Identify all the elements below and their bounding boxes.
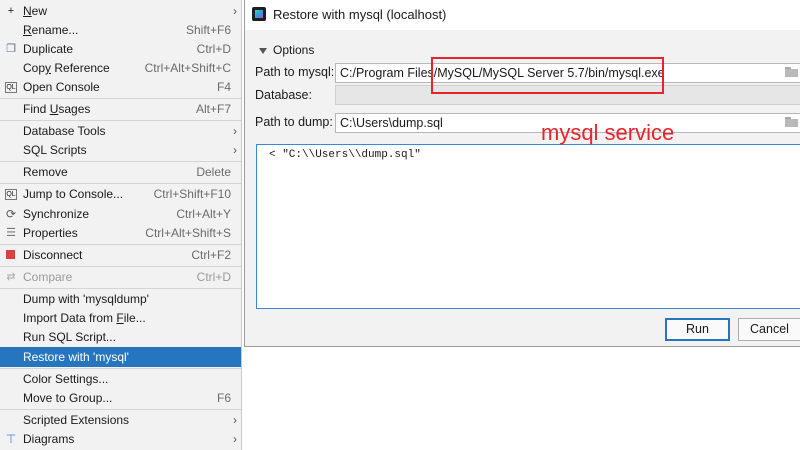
menu-item-sql-scripts[interactable]: SQL Scripts › bbox=[0, 140, 241, 160]
menu-item-label: Scripted Extensions bbox=[23, 413, 130, 427]
menu-item-label: New bbox=[23, 4, 48, 18]
sync-icon: ⟳ bbox=[5, 207, 17, 221]
menu-item-label: Diagrams bbox=[23, 432, 75, 446]
menu-item-label: Remove bbox=[23, 165, 68, 179]
menu-item-label: Color Settings... bbox=[23, 372, 109, 386]
dialog-titlebar[interactable]: Restore with mysql (localhost) bbox=[245, 0, 800, 30]
mnemonic-letter: R bbox=[23, 23, 32, 37]
menu-item-label: Copy Reference bbox=[23, 61, 110, 75]
restore-dialog: Restore with mysql (localhost) Options P… bbox=[244, 0, 800, 347]
submenu-arrow-icon: › bbox=[233, 4, 237, 18]
menu-item-run-sql-script[interactable]: Run SQL Script... bbox=[0, 327, 241, 347]
menu-item-import-data[interactable]: Import Data from File... bbox=[0, 308, 241, 328]
menu-item-scripted-extensions[interactable]: Scripted Extensions › bbox=[0, 410, 241, 430]
path-to-dump-label: Path to dump: bbox=[255, 115, 333, 129]
menu-item-label: Database Tools bbox=[23, 124, 106, 138]
menu-item-label: Disconnect bbox=[23, 248, 83, 262]
menu-item-label: Run SQL Script... bbox=[23, 330, 116, 344]
menu-item-label: Compare bbox=[23, 270, 73, 284]
stop-icon bbox=[5, 249, 17, 261]
mnemonic-letter: N bbox=[23, 4, 32, 18]
menu-item-move-to-group[interactable]: Move to Group... F6 bbox=[0, 388, 241, 408]
mnemonic-letter: F bbox=[116, 311, 124, 325]
menu-item-shortcut: F4 bbox=[216, 80, 231, 94]
annotation-text: mysql service bbox=[541, 120, 675, 145]
menu-item-diagrams[interactable]: ⊤ Diagrams › bbox=[0, 429, 241, 449]
submenu-arrow-icon: › bbox=[233, 432, 237, 446]
diagram-icon: ⊤ bbox=[5, 432, 17, 446]
menu-item-shortcut: Ctrl+D bbox=[196, 270, 231, 284]
menu-item-disconnect[interactable]: Disconnect Ctrl+F2 bbox=[0, 245, 241, 265]
menu-item-shortcut: Shift+F6 bbox=[185, 23, 231, 37]
dialog-title: Restore with mysql (localhost) bbox=[273, 7, 447, 22]
menu-item-shortcut: Delete bbox=[196, 165, 231, 179]
menu-item-rename[interactable]: Rename... Shift+F6 bbox=[0, 20, 241, 40]
menu-item-shortcut: Ctrl+D bbox=[196, 42, 231, 56]
submenu-arrow-icon: › bbox=[233, 143, 237, 157]
command-preview-text: < "C:\\Users\\dump.sql" bbox=[269, 149, 421, 161]
mnemonic-letter: y bbox=[45, 61, 52, 75]
menu-item-shortcut: Ctrl+F2 bbox=[191, 248, 231, 262]
options-header-label: Options bbox=[273, 43, 315, 57]
path-to-mysql-label: Path to mysql: bbox=[255, 65, 335, 79]
menu-item-compare: ⇄ Compare Ctrl+D bbox=[0, 267, 241, 287]
submenu-arrow-icon: › bbox=[233, 413, 237, 427]
console-icon: QL bbox=[5, 82, 17, 93]
menu-item-restore-mysql[interactable]: Restore with 'mysql' bbox=[0, 347, 241, 367]
browse-folder-icon[interactable] bbox=[785, 117, 798, 128]
menu-item-label: Synchronize bbox=[23, 207, 90, 221]
menu-item-label: Open Console bbox=[23, 80, 100, 94]
menu-item-label: Rename... bbox=[23, 23, 79, 37]
console-icon: QL bbox=[5, 189, 17, 200]
menu-item-shortcut: Ctrl+Shift+F10 bbox=[153, 187, 231, 201]
compare-icon: ⇄ bbox=[6, 271, 16, 283]
mnemonic-letter: U bbox=[49, 102, 59, 116]
plus-icon: + bbox=[7, 5, 15, 17]
menu-item-label: Jump to Console... bbox=[23, 187, 124, 201]
menu-item-shortcut: Ctrl+Alt+Y bbox=[176, 207, 231, 221]
menu-item-open-console[interactable]: QL Open Console F4 bbox=[0, 77, 241, 97]
menu-item-synchronize[interactable]: ⟳ Synchronize Ctrl+Alt+Y bbox=[0, 204, 241, 224]
menu-item-label: SQL Scripts bbox=[23, 143, 87, 157]
menu-item-shortcut: Ctrl+Alt+Shift+C bbox=[144, 61, 231, 75]
menu-item-label: Restore with 'mysql' bbox=[23, 350, 129, 364]
menu-item-dump-mysqldump[interactable]: Dump with 'mysqldump' bbox=[0, 289, 241, 309]
menu-item-label: Find Usages bbox=[23, 102, 91, 116]
run-button[interactable]: Run bbox=[665, 318, 730, 341]
duplicate-icon: ❐ bbox=[6, 43, 16, 55]
context-menu: + New › Rename... Shift+F6 ❐ Duplicate C… bbox=[0, 0, 242, 450]
menu-item-shortcut: F6 bbox=[216, 391, 231, 405]
cancel-button[interactable]: Cancel bbox=[738, 318, 800, 341]
menu-item-copy-reference[interactable]: Copy Reference Ctrl+Alt+Shift+C bbox=[0, 58, 241, 78]
menu-item-database-tools[interactable]: Database Tools › bbox=[0, 121, 241, 141]
collapse-triangle-icon bbox=[259, 47, 267, 54]
command-preview-area[interactable]: < "C:\\Users\\dump.sql" bbox=[256, 144, 800, 309]
browse-folder-icon[interactable] bbox=[785, 67, 798, 78]
properties-icon: ☰ bbox=[6, 227, 16, 239]
menu-item-new[interactable]: + New › bbox=[0, 1, 241, 21]
menu-item-label: Move to Group... bbox=[23, 391, 113, 405]
options-section-toggle[interactable]: Options bbox=[259, 43, 314, 57]
menu-item-label: Properties bbox=[23, 226, 78, 240]
menu-item-label: Import Data from File... bbox=[23, 311, 146, 325]
menu-item-shortcut: Alt+F7 bbox=[195, 102, 231, 116]
submenu-arrow-icon: › bbox=[233, 124, 237, 138]
datagrip-app-icon bbox=[252, 7, 266, 21]
database-label: Database: bbox=[255, 88, 312, 102]
menu-item-shortcut: Ctrl+Alt+Shift+S bbox=[145, 226, 231, 240]
menu-item-find-usages[interactable]: Find Usages Alt+F7 bbox=[0, 99, 241, 119]
menu-item-duplicate[interactable]: ❐ Duplicate Ctrl+D bbox=[0, 39, 241, 59]
menu-item-color-settings[interactable]: Color Settings... bbox=[0, 369, 241, 389]
menu-item-jump-to-console[interactable]: QL Jump to Console... Ctrl+Shift+F10 bbox=[0, 184, 241, 204]
highlight-box bbox=[431, 57, 664, 94]
menu-item-remove[interactable]: Remove Delete bbox=[0, 162, 241, 182]
menu-item-properties[interactable]: ☰ Properties Ctrl+Alt+Shift+S bbox=[0, 223, 241, 243]
path-to-dump-value: C:\Users\dump.sql bbox=[340, 116, 443, 130]
menu-item-label: Duplicate bbox=[23, 42, 74, 56]
menu-item-label: Dump with 'mysqldump' bbox=[23, 292, 149, 306]
